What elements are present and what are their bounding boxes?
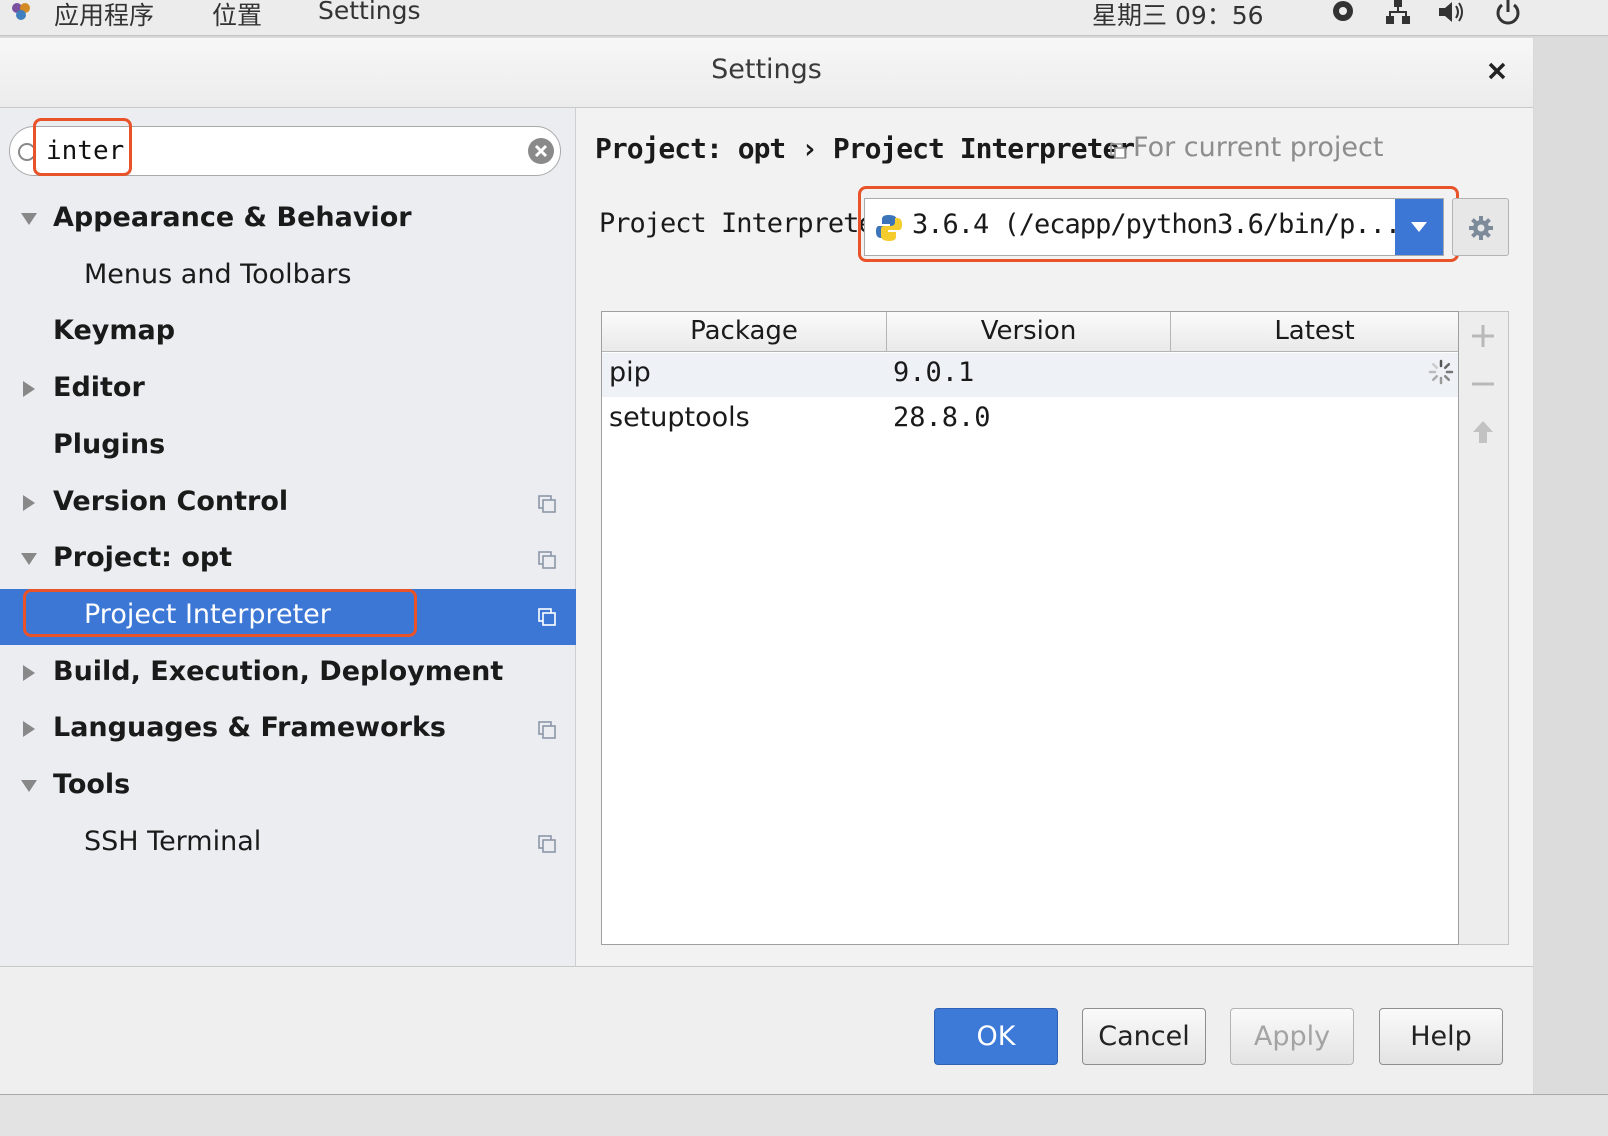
sidebar-item-label: SSH Terminal	[84, 825, 262, 857]
close-icon[interactable]	[1482, 56, 1512, 86]
search-icon	[18, 143, 36, 161]
project-scope-icon	[538, 551, 556, 569]
column-header-latest[interactable]: Latest	[1171, 312, 1458, 352]
interpreter-settings-button[interactable]	[1452, 198, 1509, 256]
settings-sidebar: Appearance & Behavior Menus and Toolbars K…	[0, 108, 576, 966]
package-toolbar	[1459, 311, 1509, 945]
settings-content: Project: opt › Project Interpreter For c…	[577, 108, 1533, 966]
expand-arrow-down-icon[interactable]	[20, 777, 38, 795]
package-name: setuptools	[609, 402, 750, 433]
sidebar-item-label: Appearance & Behavior	[53, 202, 412, 233]
sidebar-item-label: Editor	[53, 372, 145, 404]
sidebar-item-label: Keymap	[53, 315, 176, 347]
expand-arrow-right-icon[interactable]	[20, 720, 38, 738]
remove-package-icon[interactable]	[1469, 370, 1497, 398]
sidebar-item[interactable]: Plugins	[0, 419, 576, 475]
column-header-package[interactable]: Package	[602, 312, 887, 352]
upgrade-package-icon[interactable]	[1469, 418, 1497, 446]
volume-icon[interactable]	[1436, 0, 1466, 28]
interpreter-select[interactable]: 3.6.4 (/ecapp/python3.6/bin/p...	[864, 198, 1444, 256]
sidebar-item[interactable]: Editor	[0, 362, 576, 418]
sidebar-item-label: Project: opt	[53, 542, 233, 574]
sidebar-item[interactable]: SSH Terminal	[0, 816, 576, 872]
table-row[interactable]: setuptools 28.8.0	[602, 398, 1458, 442]
interpreter-label: Project Interpreter:	[599, 208, 905, 239]
accessibility-icon[interactable]	[1328, 0, 1358, 28]
package-version: 9.0.1	[893, 357, 975, 388]
sidebar-item[interactable]: Build, Execution, Deployment	[0, 646, 576, 702]
menu-places[interactable]: 位置	[212, 0, 262, 32]
dialog-title: Settings	[711, 54, 822, 85]
sidebar-item[interactable]: Languages & Frameworks	[0, 702, 576, 758]
sidebar-item-label: Project Interpreter	[84, 598, 331, 630]
expand-arrow-down-icon[interactable]	[20, 210, 38, 228]
breadcrumb: Project: opt › Project Interpreter	[595, 132, 1135, 165]
menu-applications[interactable]: 应用程序	[54, 0, 154, 32]
project-scope-icon	[1110, 143, 1126, 159]
table-row[interactable]: pip 9.0.1	[602, 353, 1458, 397]
sidebar-item[interactable]: Tools	[0, 759, 576, 815]
project-scope-icon	[538, 721, 556, 740]
package-name: pip	[609, 357, 651, 388]
python-icon	[876, 215, 902, 241]
background-window-edge	[1534, 38, 1608, 1094]
settings-search[interactable]	[9, 126, 561, 176]
app-menu-icon[interactable]	[6, 0, 36, 28]
sidebar-item-label: Build, Execution, Deployment	[53, 655, 504, 687]
add-package-icon[interactable]	[1469, 322, 1497, 350]
interpreter-value: 3.6.4 (/ecapp/python3.6/bin/p...	[912, 209, 1401, 240]
sidebar-item[interactable]: Keymap	[0, 305, 576, 361]
sidebar-item[interactable]: Project: opt	[0, 532, 576, 588]
sidebar-item-label: Plugins	[53, 428, 166, 460]
sidebar-item-label: Languages & Frameworks	[53, 712, 447, 744]
sidebar-item[interactable]: Version Control	[0, 476, 576, 532]
power-icon[interactable]	[1493, 0, 1523, 28]
cancel-button[interactable]: Cancel	[1082, 1008, 1206, 1065]
clock[interactable]: 星期三 09：56	[1092, 0, 1264, 32]
apply-button[interactable]: Apply	[1230, 1008, 1354, 1065]
package-version: 28.8.0	[893, 402, 991, 433]
sidebar-item[interactable]: Appearance & Behavior	[0, 192, 576, 248]
sidebar-item[interactable]: Menus and Toolbars	[0, 249, 576, 305]
loading-spinner-icon	[1428, 359, 1454, 385]
package-table[interactable]: Package Version Latest pip 9.0.1 setupto…	[601, 311, 1459, 945]
clear-search-icon[interactable]	[527, 137, 555, 165]
package-table-header: Package Version Latest	[602, 312, 1458, 352]
expand-arrow-down-icon[interactable]	[20, 550, 38, 568]
expand-arrow-right-icon[interactable]	[20, 494, 38, 512]
search-input[interactable]	[46, 135, 516, 167]
network-icon[interactable]	[1383, 0, 1413, 28]
chevron-down-icon	[1411, 222, 1427, 232]
bottom-taskbar	[0, 1094, 1608, 1136]
sidebar-item-label: Menus and Toolbars	[84, 258, 352, 290]
interpreter-dropdown-button[interactable]	[1395, 199, 1443, 255]
breadcrumb-hint: For current project	[1133, 132, 1384, 163]
help-button[interactable]: Help	[1379, 1008, 1503, 1065]
gear-icon	[1469, 216, 1493, 240]
settings-dialog: Settings Appearance & Behavior Menus and …	[0, 38, 1533, 1094]
sidebar-item-label: Version Control	[53, 485, 289, 517]
project-scope-icon	[538, 608, 556, 626]
project-scope-icon	[538, 834, 556, 853]
dialog-footer: OK Cancel Apply Help	[0, 966, 1533, 1094]
column-header-version[interactable]: Version	[887, 312, 1171, 352]
expand-arrow-right-icon[interactable]	[20, 380, 38, 398]
ok-button[interactable]: OK	[934, 1008, 1058, 1065]
dialog-titlebar[interactable]: Settings	[0, 38, 1533, 108]
sidebar-item-label: Tools	[53, 769, 131, 800]
menu-settings-app[interactable]: Settings	[318, 0, 421, 25]
expand-arrow-right-icon[interactable]	[20, 664, 38, 682]
project-scope-icon	[538, 494, 556, 513]
sidebar-item[interactable]: Project Interpreter	[0, 588, 576, 645]
system-top-bar: 应用程序 位置 Settings 星期三 09：56	[0, 0, 1608, 36]
